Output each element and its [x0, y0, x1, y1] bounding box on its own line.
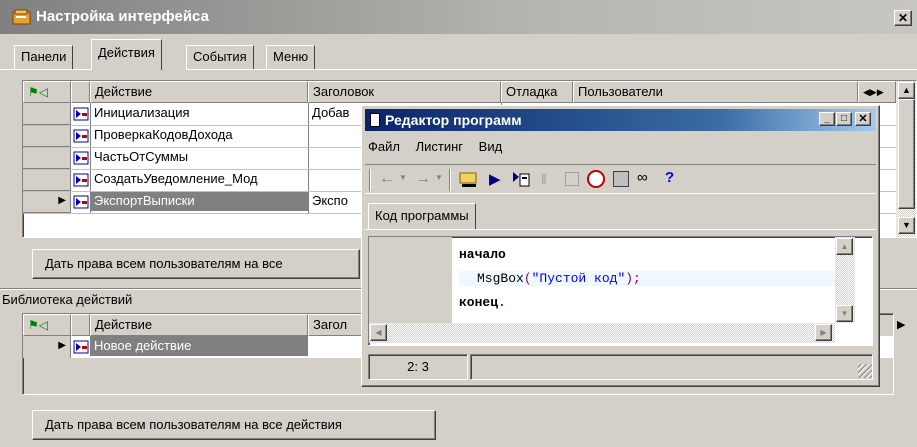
tab-strip: Панели Действия События Меню — [0, 34, 917, 70]
library-action-name: Новое действие — [90, 336, 308, 356]
library-label: Библиотека действий — [2, 292, 133, 307]
tab-actions[interactable]: Действия — [91, 39, 162, 70]
action-icon — [73, 340, 89, 354]
library-col-action[interactable]: Действие — [90, 314, 308, 336]
status-position: 2: 3 — [368, 354, 468, 380]
forward-dropdown-icon[interactable]: ▼ — [435, 173, 443, 182]
code-keyword: конец — [459, 295, 499, 310]
action-name: Инициализация — [94, 105, 190, 120]
col-header-debug[interactable]: Отладка — [501, 81, 573, 103]
editor-toolbar: ← ▼ → ▼ ▶ ‖ ∞ ? — [365, 164, 876, 194]
action-icon — [73, 151, 89, 165]
library-grid-corner[interactable]: ⚑◁ — [23, 314, 71, 336]
back-icon[interactable]: ← — [379, 170, 395, 188]
grid-corner[interactable]: ⚑◁ — [23, 81, 71, 103]
code-punct: ); — [625, 271, 641, 286]
action-icon — [73, 129, 89, 143]
col-header-action[interactable] — [71, 81, 90, 103]
library-scroll-right-icon[interactable]: ▶ — [897, 318, 905, 331]
action-name: СоздатьУведомление_Мод — [94, 171, 258, 186]
action-name: ПроверкаКодовДохода — [94, 127, 233, 142]
action-icon — [73, 195, 89, 209]
grant-all-rights-button-top[interactable]: Дать права всем пользователям на все — [32, 249, 360, 279]
program-editor-window[interactable]: Редактор программ _ □ ✕ Файл Листинг Вид… — [361, 105, 880, 387]
action-icon — [73, 173, 89, 187]
action-name: ЭкспортВыписки — [90, 191, 308, 211]
action-icon — [73, 107, 89, 121]
editor-app-icon — [370, 113, 380, 127]
col-header-users[interactable]: Пользователи — [573, 81, 858, 103]
header-scroll-buttons[interactable]: ◀▶▶ — [858, 81, 896, 103]
code-string: "Пустой код" — [531, 271, 626, 286]
code-scroll-right[interactable]: ▶ — [815, 324, 832, 341]
code-line-3[interactable]: конец. — [459, 295, 506, 310]
step-into-icon[interactable] — [511, 169, 531, 189]
code-hscroll[interactable] — [369, 323, 835, 343]
editor-title: Редактор программ — [385, 112, 522, 128]
code-line-1[interactable]: начало — [459, 247, 506, 262]
code-func-name: MsgBox — [477, 271, 524, 286]
breakpoints-icon[interactable]: ‖ — [541, 171, 547, 187]
menu-listing[interactable]: Листинг — [416, 139, 463, 154]
scroll-up-button[interactable]: ▲ — [898, 82, 915, 99]
grant-all-rights-button-bottom[interactable]: Дать права всем пользователям на все дей… — [32, 410, 436, 440]
help-icon[interactable]: ? — [665, 169, 674, 186]
minimize-button[interactable]: _ — [819, 112, 835, 126]
editor-titlebar: Редактор программ _ □ ✕ — [365, 109, 876, 131]
filter-icon: ⚑◁ — [28, 85, 48, 99]
scroll-thumb[interactable] — [898, 99, 915, 209]
code-punct: ( — [523, 271, 532, 286]
row-pointer-icon: ▶ — [23, 191, 71, 213]
code-scroll-left[interactable]: ◀ — [370, 324, 387, 341]
tab-panels[interactable]: Панели — [14, 45, 74, 69]
row-pointer-icon: ▶ — [23, 336, 71, 358]
maximize-button[interactable]: □ — [836, 112, 852, 126]
menu-file[interactable]: Файл — [368, 139, 400, 154]
code-scroll-up[interactable]: ▲ — [836, 238, 853, 255]
tab-menu[interactable]: Меню — [266, 45, 316, 69]
compile-icon[interactable] — [459, 169, 481, 189]
code-scroll-down[interactable]: ▼ — [836, 305, 853, 322]
menu-view[interactable]: Вид — [479, 139, 503, 154]
forward-icon[interactable]: → — [415, 170, 431, 188]
stop-icon[interactable] — [565, 172, 579, 186]
col-header-caption[interactable]: Заголовок — [308, 81, 501, 103]
main-titlebar: Настройка интерфейса ✕ — [0, 0, 917, 34]
scroll-down-button[interactable]: ▼ — [898, 217, 915, 234]
editor-close-button[interactable]: ✕ — [855, 112, 871, 126]
editor-menubar: Файл Листинг Вид — [368, 139, 502, 159]
code-punct: . — [498, 295, 506, 310]
col-header-action-name[interactable]: Действие — [90, 81, 308, 103]
close-button[interactable]: ✕ — [894, 10, 912, 26]
watch-icon[interactable]: ∞ — [637, 169, 648, 186]
action-name: ЧастьОтСуммы — [94, 149, 189, 164]
status-message — [470, 354, 873, 380]
back-dropdown-icon[interactable]: ▼ — [399, 173, 407, 182]
tab-events[interactable]: События — [186, 45, 254, 69]
app-icon — [12, 9, 32, 25]
timer-icon[interactable] — [587, 170, 605, 188]
resize-grip-icon[interactable] — [858, 364, 872, 378]
filter-icon: ⚑◁ — [28, 318, 48, 332]
window-title: Настройка интерфейса — [36, 8, 209, 25]
tab-code[interactable]: Код программы — [368, 203, 476, 229]
code-editor[interactable]: начало MsgBox("Пустой код"); конец. ▲ ▼ … — [368, 236, 873, 346]
col-header-icon[interactable] — [71, 314, 90, 336]
run-icon[interactable]: ▶ — [489, 170, 501, 188]
code-line-2[interactable]: MsgBox("Пустой код"); — [459, 271, 854, 286]
save-icon[interactable] — [613, 171, 629, 187]
